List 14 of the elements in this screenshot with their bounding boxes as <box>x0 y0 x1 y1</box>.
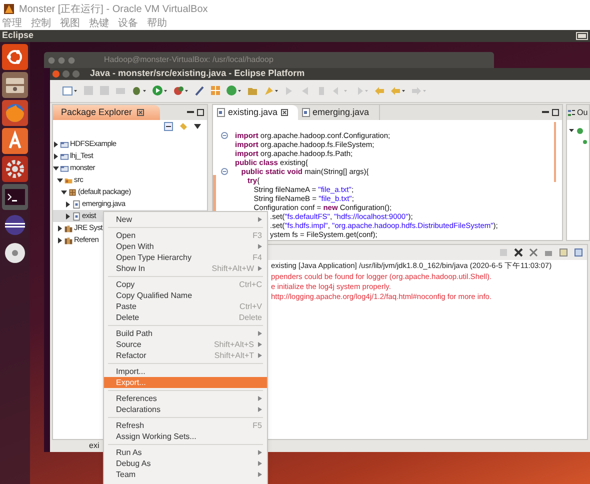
shortcut-text: F5 <box>252 420 262 432</box>
shortcut-text: Ctrl+V <box>240 300 262 312</box>
shortcut-text: F3 <box>252 230 262 242</box>
shortcut-text: Shift+Alt+S <box>214 338 254 350</box>
window-title: Hadoop@monster-VirtualBox: /usr/local/hadoop <box>104 54 274 66</box>
shortcut-text: Shift+Alt+W <box>212 262 254 274</box>
shortcut-text: Delete <box>238 312 262 324</box>
panel-title: Eclipse <box>2 29 34 42</box>
shortcut-text: Shift+Alt+T <box>214 350 254 362</box>
shortcut-text: Ctrl+C <box>239 278 262 290</box>
status-text: exi <box>89 440 100 452</box>
window-title: Java - monster/src/existing.java - Eclipse Platform <box>90 67 305 80</box>
window-title: Monster [正在运行] - Oracle VM VirtualBox <box>19 2 208 16</box>
shortcut-text: F4 <box>252 252 262 264</box>
